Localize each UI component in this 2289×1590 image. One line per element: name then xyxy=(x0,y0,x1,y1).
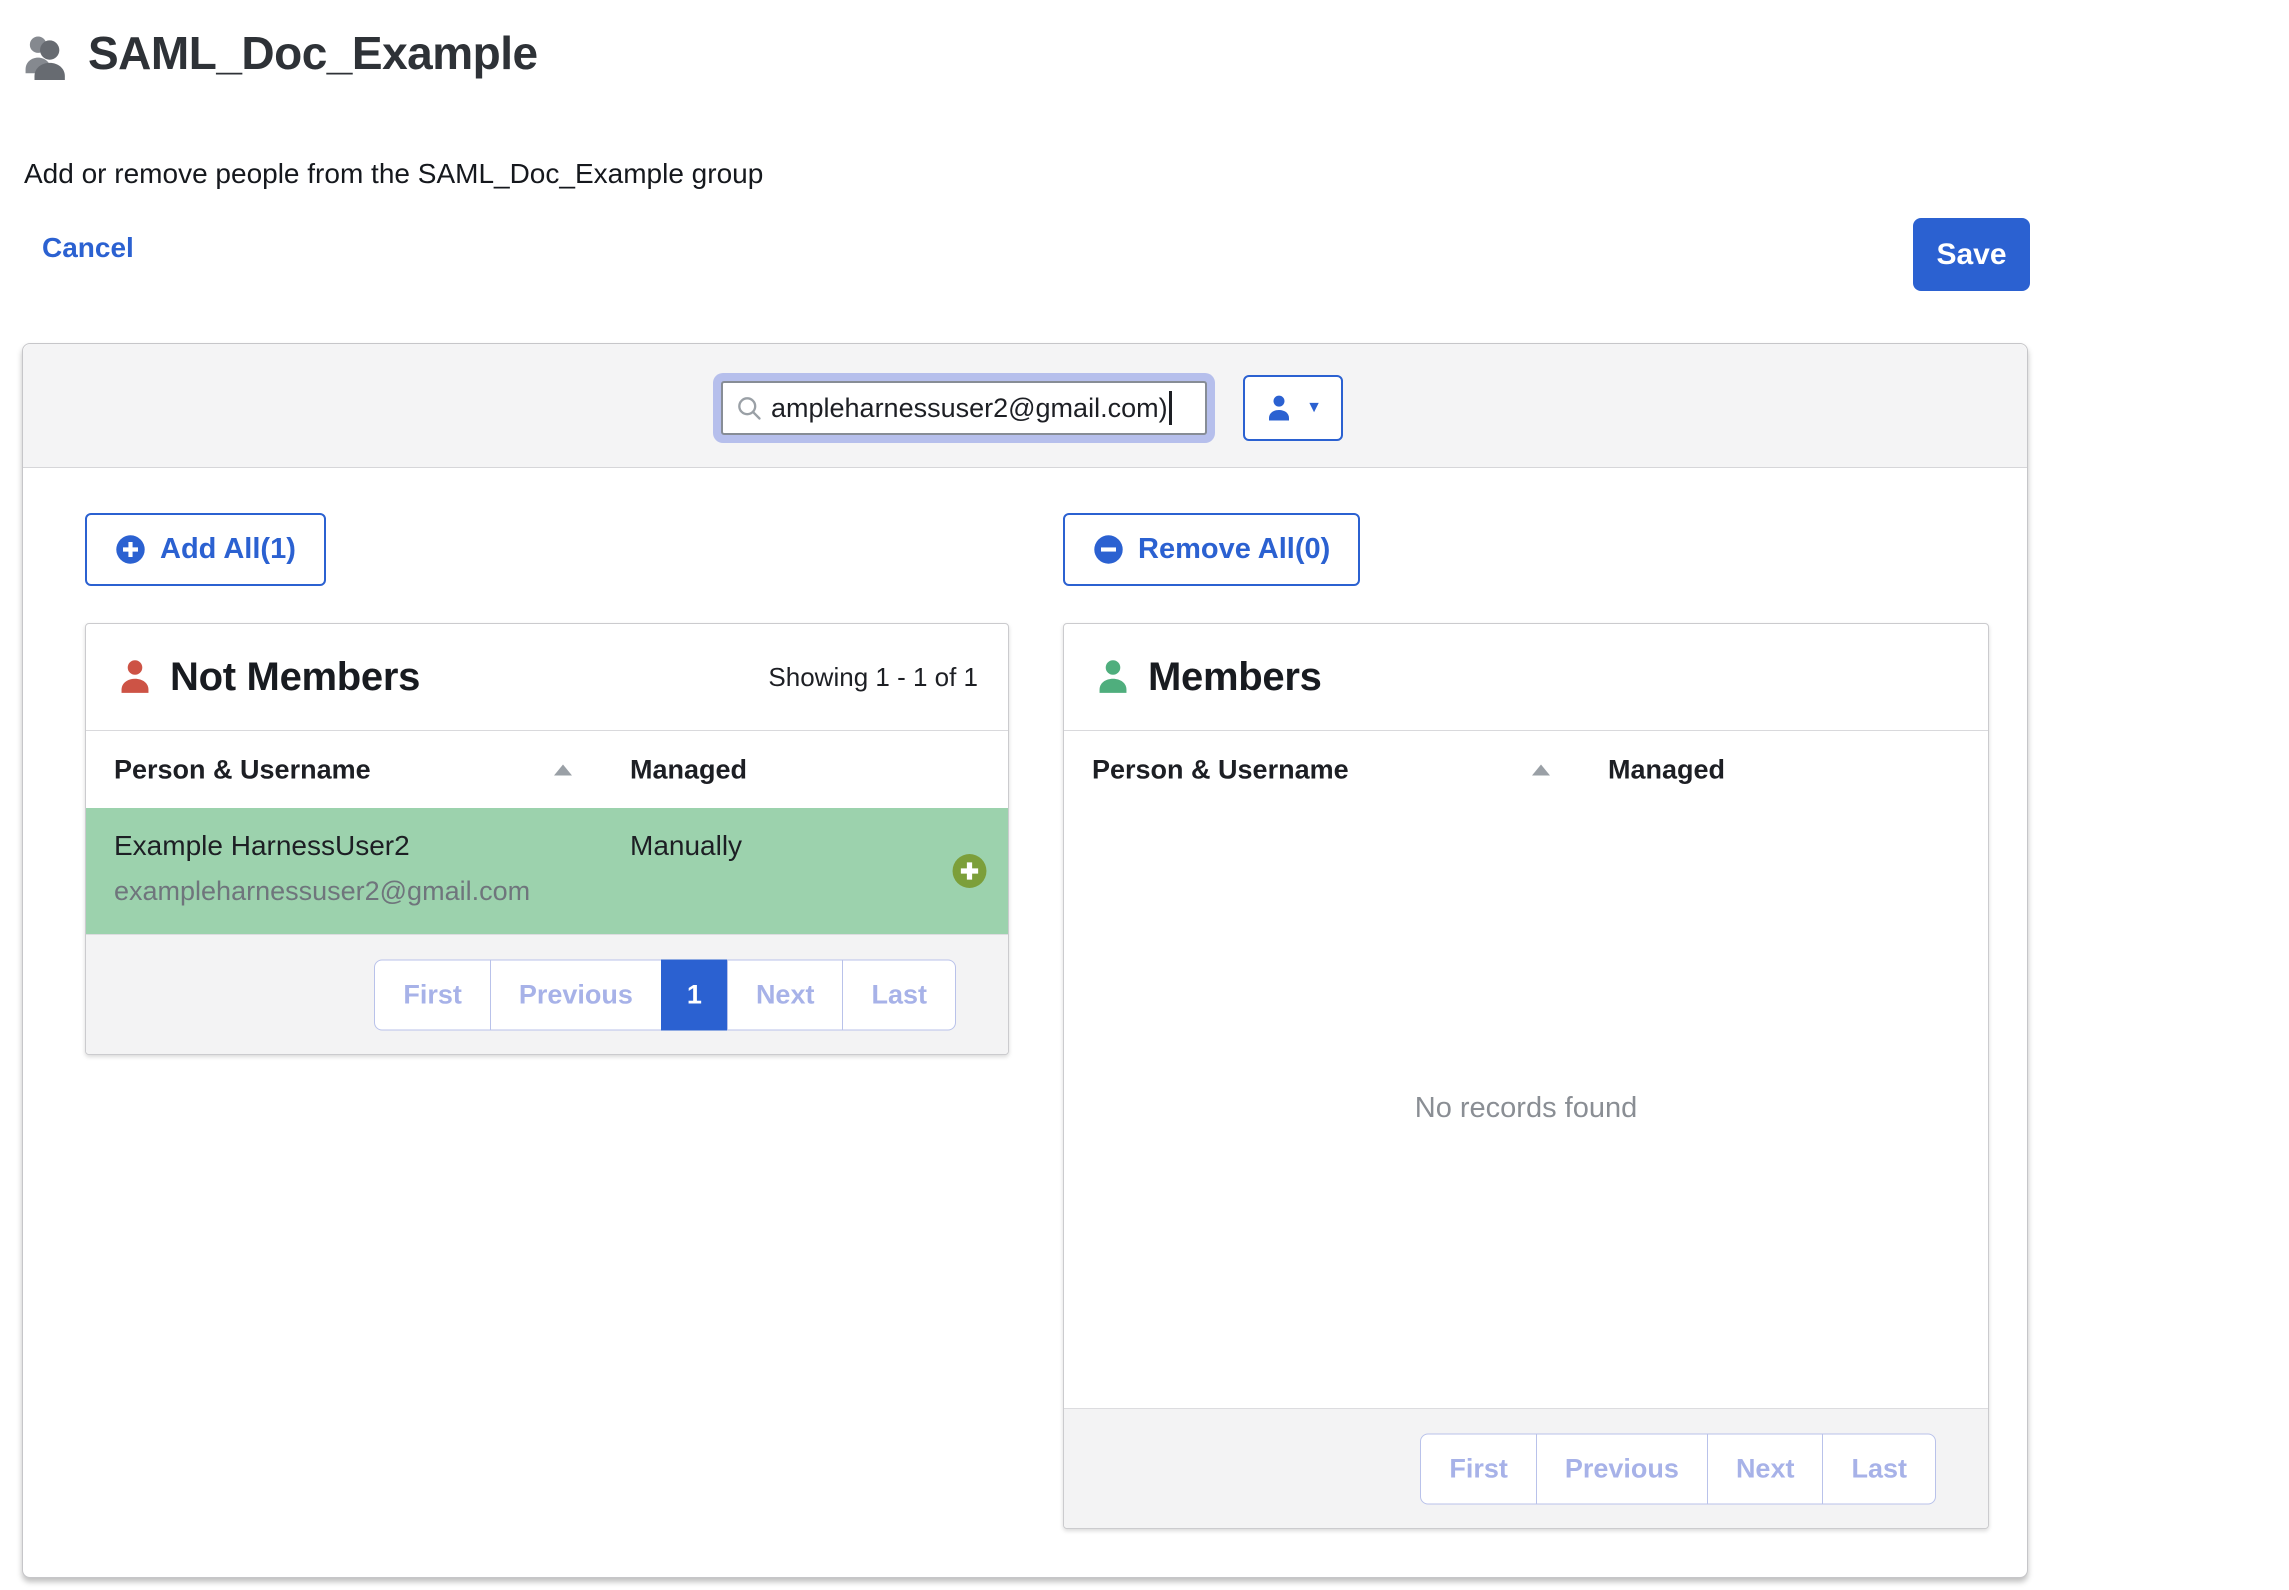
pagination-page-1-button[interactable]: 1 xyxy=(661,959,728,1030)
chevron-down-icon: ▼ xyxy=(1306,399,1322,417)
pagination-last-button[interactable]: Last xyxy=(842,959,956,1030)
remove-all-label: Remove All(0) xyxy=(1138,533,1330,566)
add-person-button[interactable] xyxy=(951,853,988,890)
page-subtitle: Add or remove people from the SAML_Doc_E… xyxy=(24,158,763,190)
group-icon xyxy=(22,34,72,84)
column-person-username[interactable]: Person & Username xyxy=(114,754,371,785)
empty-state-message: No records found xyxy=(1064,808,1988,1408)
search-input-value: ampleharnessuser2@gmail.com) xyxy=(771,393,1168,424)
pagination-previous-button[interactable]: Previous xyxy=(490,959,662,1030)
search-toolbar: ampleharnessuser2@gmail.com) ▼ xyxy=(23,344,2027,468)
page-title: SAML_Doc_Example xyxy=(88,26,538,80)
column-person-username[interactable]: Person & Username xyxy=(1092,754,1349,785)
search-filter-dropdown[interactable]: ▼ xyxy=(1243,375,1343,441)
pagination-previous-button[interactable]: Previous xyxy=(1536,1433,1708,1504)
sort-asc-icon[interactable] xyxy=(554,764,572,775)
pagination-next-button[interactable]: Next xyxy=(727,959,844,1030)
not-members-table-header: Person & Username Managed xyxy=(86,730,1008,808)
members-card: Members Person & Username Managed No rec… xyxy=(1063,623,1989,1529)
column-managed[interactable]: Managed xyxy=(1608,754,1725,785)
table-row[interactable]: Example HarnessUser2 exampleharnessuser2… xyxy=(86,808,1008,934)
text-caret xyxy=(1169,391,1172,425)
search-focus-ring: ampleharnessuser2@gmail.com) xyxy=(713,373,1215,443)
showing-count: Showing 1 - 1 of 1 xyxy=(768,662,978,693)
remove-all-button[interactable]: Remove All(0) xyxy=(1063,513,1360,586)
add-all-button[interactable]: Add All(1) xyxy=(85,513,326,586)
members-pagination: First Previous Next Last xyxy=(1420,1433,1936,1504)
pagination-next-button[interactable]: Next xyxy=(1707,1433,1824,1504)
not-members-footer: First Previous 1 Next Last xyxy=(86,934,1008,1054)
sort-asc-icon[interactable] xyxy=(1532,764,1550,775)
row-person-name: Example HarnessUser2 xyxy=(114,830,410,862)
not-members-pagination: First Previous 1 Next Last xyxy=(374,959,956,1030)
row-managed-value: Manually xyxy=(630,830,742,862)
members-table-header: Person & Username Managed xyxy=(1064,730,1988,808)
person-icon-red xyxy=(116,658,154,696)
save-button[interactable]: Save xyxy=(1913,218,2030,291)
row-username: exampleharnessuser2@gmail.com xyxy=(114,876,530,907)
pagination-last-button[interactable]: Last xyxy=(1822,1433,1936,1504)
column-managed[interactable]: Managed xyxy=(630,754,747,785)
plus-circle-icon xyxy=(115,534,146,565)
person-icon xyxy=(1264,393,1294,423)
members-footer: First Previous Next Last xyxy=(1064,1408,1988,1528)
pagination-first-button[interactable]: First xyxy=(374,959,491,1030)
plus-badge-icon xyxy=(951,853,988,890)
search-input[interactable]: ampleharnessuser2@gmail.com) xyxy=(721,381,1207,435)
cancel-link[interactable]: Cancel xyxy=(42,232,134,264)
person-icon-green xyxy=(1094,658,1132,696)
not-members-title: Not Members xyxy=(170,655,420,700)
minus-circle-icon xyxy=(1093,534,1124,565)
add-all-label: Add All(1) xyxy=(160,533,296,566)
members-title: Members xyxy=(1148,655,1322,700)
group-membership-panel: ampleharnessuser2@gmail.com) ▼ Add All(1… xyxy=(22,343,2028,1578)
pagination-first-button[interactable]: First xyxy=(1420,1433,1537,1504)
not-members-header: Not Members Showing 1 - 1 of 1 xyxy=(86,624,1008,730)
not-members-card: Not Members Showing 1 - 1 of 1 Person & … xyxy=(85,623,1009,1055)
members-header: Members xyxy=(1064,624,1988,730)
search-icon xyxy=(735,394,763,422)
